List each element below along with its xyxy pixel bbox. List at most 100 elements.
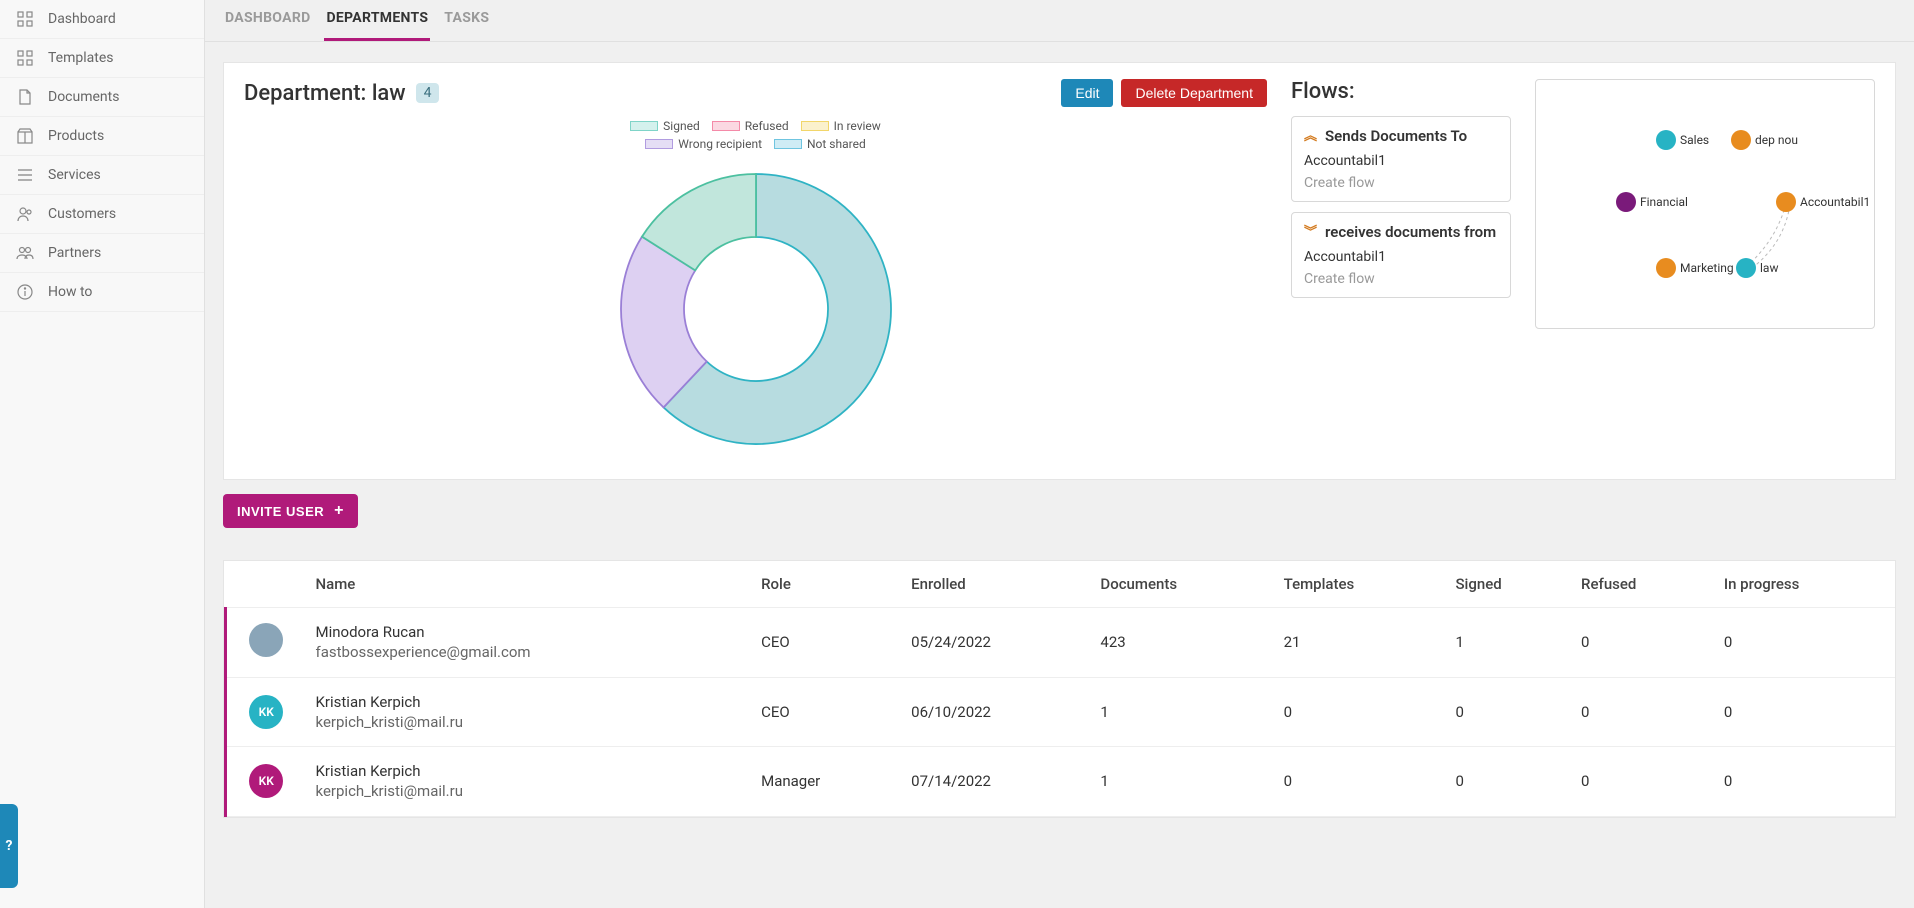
box-icon	[16, 127, 34, 145]
cell-documents: 1	[1090, 677, 1273, 747]
legend-item[interactable]: Signed	[630, 119, 700, 133]
table-row[interactable]: Minodora Rucanfastbossexperience@gmail.c…	[226, 608, 1896, 678]
cell-inprogress: 0	[1714, 747, 1895, 817]
delete-department-button[interactable]: Delete Department	[1121, 79, 1267, 107]
tab-dashboard[interactable]: DASHBOARD	[223, 0, 312, 41]
sidebar: Dashboard Templates Documents Products S…	[0, 0, 205, 908]
graph-node[interactable]: Accountabil1	[1776, 192, 1870, 212]
create-flow-link[interactable]: Create flow	[1304, 271, 1498, 287]
graph-node[interactable]: dep nou	[1731, 130, 1798, 150]
cell-refused: 0	[1571, 747, 1714, 817]
user-icon	[16, 205, 34, 223]
cell-templates: 0	[1274, 747, 1446, 817]
sidebar-label: Products	[48, 128, 104, 144]
table-row[interactable]: KK Kristian Kerpichkerpich_kristi@mail.ru…	[226, 747, 1896, 817]
flow-heading: receives documents from	[1325, 223, 1496, 241]
user-email: fastbossexperience@gmail.com	[316, 642, 742, 662]
graph-node[interactable]: law	[1736, 258, 1778, 278]
document-icon	[16, 88, 34, 106]
plus-icon: +	[334, 502, 344, 520]
graph-node[interactable]: Financial	[1616, 192, 1688, 212]
legend-item[interactable]: Wrong recipient	[645, 137, 762, 151]
col-inprogress: In progress	[1714, 561, 1895, 608]
legend-item[interactable]: Refused	[712, 119, 789, 133]
col-enrolled: Enrolled	[901, 561, 1090, 608]
sidebar-item-templates[interactable]: Templates	[0, 39, 204, 78]
sidebar-item-howto[interactable]: How to	[0, 273, 204, 312]
list-icon	[16, 166, 34, 184]
chevrons-down-icon: ︾	[1304, 226, 1317, 239]
tab-bar: DASHBOARD DEPARTMENTS TASKS	[205, 0, 1914, 42]
templates-icon	[16, 49, 34, 67]
sidebar-label: Customers	[48, 206, 116, 222]
avatar: KK	[249, 764, 283, 798]
flows-heading: Flows:	[1291, 79, 1511, 104]
user-name: Minodora Rucan	[316, 622, 742, 642]
tab-departments[interactable]: DEPARTMENTS	[324, 0, 430, 41]
cell-refused: 0	[1571, 608, 1714, 678]
cell-enrolled: 05/24/2022	[901, 608, 1090, 678]
avatar	[249, 623, 283, 657]
sidebar-label: Services	[48, 167, 101, 183]
user-count-badge: 4	[416, 83, 440, 103]
sidebar-item-services[interactable]: Services	[0, 156, 204, 195]
edit-button[interactable]: Edit	[1061, 79, 1113, 107]
cell-inprogress: 0	[1714, 608, 1895, 678]
legend-item[interactable]: In review	[801, 119, 881, 133]
col-templates: Templates	[1274, 561, 1446, 608]
col-signed: Signed	[1445, 561, 1571, 608]
table-row[interactable]: KK Kristian Kerpichkerpich_kristi@mail.ru…	[226, 677, 1896, 747]
user-name: Kristian Kerpich	[316, 761, 742, 781]
cell-signed: 0	[1445, 747, 1571, 817]
sidebar-item-documents[interactable]: Documents	[0, 78, 204, 117]
flow-graph[interactable]: Sales dep nou Financial Accountabil1 Marketi…	[1535, 79, 1875, 329]
users-table-wrap: Name Role Enrolled Documents Templates S…	[223, 560, 1896, 818]
sidebar-label: How to	[48, 284, 92, 300]
flow-item[interactable]: Accountabil1	[1304, 153, 1498, 169]
col-refused: Refused	[1571, 561, 1714, 608]
flow-card-sends: ︽Sends Documents To Accountabil1 Create …	[1291, 116, 1511, 202]
cell-documents: 423	[1090, 608, 1273, 678]
info-icon	[16, 283, 34, 301]
cell-inprogress: 0	[1714, 677, 1895, 747]
sidebar-item-dashboard[interactable]: Dashboard	[0, 0, 204, 39]
sidebar-label: Documents	[48, 89, 119, 105]
col-documents: Documents	[1090, 561, 1273, 608]
cell-enrolled: 06/10/2022	[901, 677, 1090, 747]
sidebar-label: Dashboard	[48, 11, 116, 27]
invite-user-button[interactable]: INVITE USER +	[223, 494, 358, 528]
cell-enrolled: 07/14/2022	[901, 747, 1090, 817]
cell-refused: 0	[1571, 677, 1714, 747]
create-flow-link[interactable]: Create flow	[1304, 175, 1498, 191]
cell-role: CEO	[751, 608, 901, 678]
avatar: KK	[249, 695, 283, 729]
help-tab[interactable]: ?	[0, 804, 18, 888]
users-table: Name Role Enrolled Documents Templates S…	[224, 561, 1895, 817]
user-email: kerpich_kristi@mail.ru	[316, 781, 742, 801]
user-name: Kristian Kerpich	[316, 692, 742, 712]
flow-item[interactable]: Accountabil1	[1304, 249, 1498, 265]
cell-role: CEO	[751, 677, 901, 747]
status-donut-chart	[606, 159, 906, 459]
users-icon	[16, 244, 34, 262]
cell-documents: 1	[1090, 747, 1273, 817]
sidebar-label: Partners	[48, 245, 101, 261]
legend-item[interactable]: Not shared	[774, 137, 866, 151]
user-email: kerpich_kristi@mail.ru	[316, 712, 742, 732]
cell-signed: 0	[1445, 677, 1571, 747]
sidebar-item-products[interactable]: Products	[0, 117, 204, 156]
cell-templates: 0	[1274, 677, 1446, 747]
flow-card-receives: ︾ receives documents from Accountabil1 Cr…	[1291, 212, 1511, 298]
page-title: Department: law	[244, 81, 406, 106]
graph-node[interactable]: Sales	[1656, 130, 1709, 150]
department-panel: Department: law 4 Edit Delete Department…	[223, 62, 1896, 480]
col-name: Name	[306, 561, 752, 608]
chevrons-up-icon: ︽	[1304, 130, 1317, 143]
sidebar-item-partners[interactable]: Partners	[0, 234, 204, 273]
cell-signed: 1	[1445, 608, 1571, 678]
graph-node[interactable]: Marketing	[1656, 258, 1734, 278]
cell-templates: 21	[1274, 608, 1446, 678]
sidebar-item-customers[interactable]: Customers	[0, 195, 204, 234]
tab-tasks[interactable]: TASKS	[442, 0, 491, 41]
chart-legend: Signed Refused In review Wrong recipient Not…	[596, 117, 916, 153]
